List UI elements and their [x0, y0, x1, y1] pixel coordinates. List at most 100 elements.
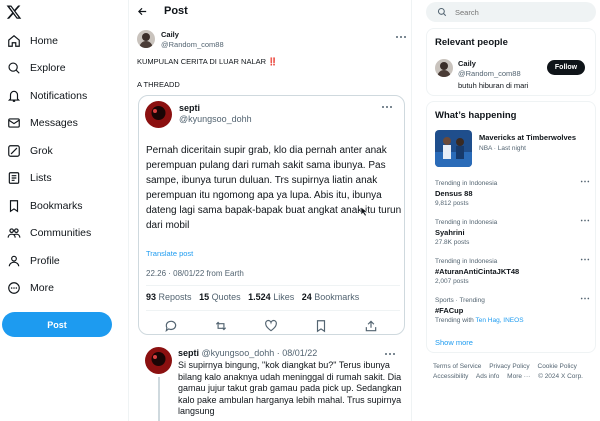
- repost-icon[interactable]: [214, 319, 228, 333]
- trend-name: Syahrini: [435, 228, 465, 237]
- nav-home[interactable]: Home: [7, 30, 58, 52]
- bookmark-icon: [9, 200, 19, 213]
- relevant-person-name[interactable]: Caily: [458, 59, 476, 68]
- more-circle-icon: [8, 282, 20, 294]
- nav-more[interactable]: More: [7, 277, 54, 299]
- trend-posts: 2,007 posts: [435, 278, 469, 285]
- trend-item[interactable]: Trending in Indonesia Syahrini 27.8K pos…: [435, 218, 590, 248]
- person-icon: [8, 255, 20, 267]
- bookmark-icon[interactable]: [314, 319, 328, 333]
- more-options-icon[interactable]: [384, 351, 396, 357]
- bell-icon: [7, 90, 21, 102]
- footer-link[interactable]: Terms of Service: [433, 363, 481, 370]
- people-icon: [7, 228, 21, 238]
- search-input[interactable]: [455, 7, 575, 17]
- follow-button[interactable]: Follow: [547, 60, 585, 75]
- reply-handle-date: @kyungsoo_dohh · 08/01/22: [201, 348, 318, 358]
- nav-grok[interactable]: Grok: [7, 140, 53, 162]
- trend-item[interactable]: Sports · Trending #FACup Trending with T…: [435, 296, 590, 326]
- quotes-stat[interactable]: 15 Quotes: [199, 292, 241, 302]
- trend-name: #FACup: [435, 306, 464, 315]
- nav-messages-label: Messages: [30, 117, 78, 129]
- avatar[interactable]: [145, 101, 172, 128]
- event-image[interactable]: [435, 130, 472, 167]
- nav-bookmarks-label: Bookmarks: [30, 200, 83, 212]
- nav-lists[interactable]: Lists: [7, 167, 52, 189]
- copyright: © 2024 X Corp.: [538, 373, 583, 380]
- whats-happening-panel: What’s happening Mavericks at Timberwolv…: [426, 101, 596, 353]
- reposts-stat[interactable]: 93 Reposts: [146, 292, 192, 302]
- event-title[interactable]: Mavericks at Timberwolves: [479, 133, 576, 142]
- author-handle[interactable]: @Random_com88: [161, 40, 224, 49]
- nav-communities[interactable]: Communities: [7, 222, 91, 244]
- trend-context: Trending in Indonesia: [435, 180, 498, 187]
- nav-explore[interactable]: Explore: [7, 57, 66, 79]
- footer-link[interactable]: Ads info: [476, 373, 500, 380]
- nav-messages[interactable]: Messages: [7, 112, 78, 134]
- post-timestamp[interactable]: 22.26 · 08/01/22 from Earth: [146, 269, 244, 278]
- reply-header[interactable]: septi @kyungsoo_dohh · 08/01/22: [178, 348, 317, 358]
- quoted-author-handle[interactable]: @kyungsoo_dohh: [179, 114, 252, 124]
- relevant-people-title: Relevant people: [435, 37, 508, 48]
- footer-link[interactable]: More ···: [507, 373, 530, 380]
- event-meta: NBA · Last night: [479, 145, 526, 152]
- footer-link[interactable]: Accessibility: [433, 373, 468, 380]
- trend-context: Trending in Indonesia: [435, 258, 498, 265]
- reply-text: Si supirnya bingung, "kok diangkat bu?" …: [178, 360, 402, 417]
- main-column: Post Caily @Random_com88 KUMPULAN CERITA…: [128, 0, 412, 421]
- nav-bookmarks[interactable]: Bookmarks: [7, 195, 83, 217]
- share-icon[interactable]: [364, 319, 378, 333]
- reply-author-name[interactable]: septi: [178, 348, 199, 358]
- more-options-icon[interactable]: [580, 296, 590, 301]
- nav-notifications-label: Notifications: [30, 90, 88, 102]
- search-icon: [8, 62, 20, 74]
- more-options-icon[interactable]: [580, 257, 590, 262]
- bookmarks-stat[interactable]: 24 Bookmarks: [302, 292, 360, 302]
- trend-posts: 27.8K posts: [435, 239, 470, 246]
- x-logo-icon[interactable]: [6, 4, 22, 20]
- quoted-tweet-card[interactable]: septi @kyungsoo_dohh Pernah diceritain s…: [138, 95, 405, 335]
- nav-explore-label: Explore: [30, 62, 66, 74]
- back-arrow-icon[interactable]: [137, 6, 148, 17]
- trend-related-links[interactable]: Ten Hag, INEOS: [475, 317, 523, 324]
- nav-home-label: Home: [30, 35, 59, 47]
- like-icon[interactable]: [264, 319, 278, 333]
- reply-icon[interactable]: [164, 319, 178, 333]
- thread-line: [158, 377, 160, 421]
- likes-stat[interactable]: 1.524 Likes: [248, 292, 294, 302]
- nav-communities-label: Communities: [30, 227, 92, 239]
- trend-posts: Trending with Ten Hag, INEOS: [435, 317, 524, 324]
- relevant-person-handle[interactable]: @Random_com88: [458, 69, 521, 78]
- trend-item[interactable]: Trending in Indonesia Densus 88 9,812 po…: [435, 179, 590, 209]
- nav-notifications[interactable]: Notifications: [7, 85, 87, 107]
- footer-links-row1: Terms of Service Privacy Policy Cookie P…: [433, 363, 583, 370]
- relevant-people-panel: Relevant people Caily @Random_com88 butu…: [426, 28, 596, 96]
- nav-grok-label: Grok: [30, 145, 53, 157]
- more-options-icon[interactable]: [580, 179, 590, 184]
- list-icon: [8, 172, 20, 184]
- more-options-icon[interactable]: [381, 104, 393, 110]
- mouse-cursor-icon: [360, 206, 369, 217]
- avatar[interactable]: [145, 347, 172, 374]
- avatar[interactable]: [137, 30, 155, 48]
- trend-name: #AturanAntiCintaJKT48: [435, 267, 520, 276]
- envelope-icon: [8, 118, 20, 128]
- avatar[interactable]: [435, 59, 453, 77]
- translate-post-link[interactable]: Translate post: [146, 249, 193, 258]
- trend-item[interactable]: Trending in Indonesia #AturanAntiCintaJK…: [435, 257, 590, 287]
- more-options-icon[interactable]: [580, 218, 590, 223]
- footer-link[interactable]: Privacy Policy: [489, 363, 529, 370]
- more-options-icon[interactable]: [395, 34, 407, 40]
- post-button[interactable]: Post: [2, 312, 112, 337]
- grok-icon: [8, 145, 20, 157]
- trend-context: Trending in Indonesia: [435, 219, 498, 226]
- footer-link[interactable]: Cookie Policy: [538, 363, 577, 370]
- search-bar[interactable]: [426, 2, 596, 22]
- nav-profile[interactable]: Profile: [7, 250, 60, 272]
- show-more-link[interactable]: Show more: [435, 338, 473, 347]
- trend-posts: 9,812 posts: [435, 200, 469, 207]
- left-navigation: Home Explore Notifications Messages Grok…: [0, 0, 128, 421]
- quoted-author-name[interactable]: septi: [179, 103, 200, 113]
- relevant-person-bio: butuh hiburan di mari: [458, 81, 529, 90]
- author-name[interactable]: Caily: [161, 30, 179, 39]
